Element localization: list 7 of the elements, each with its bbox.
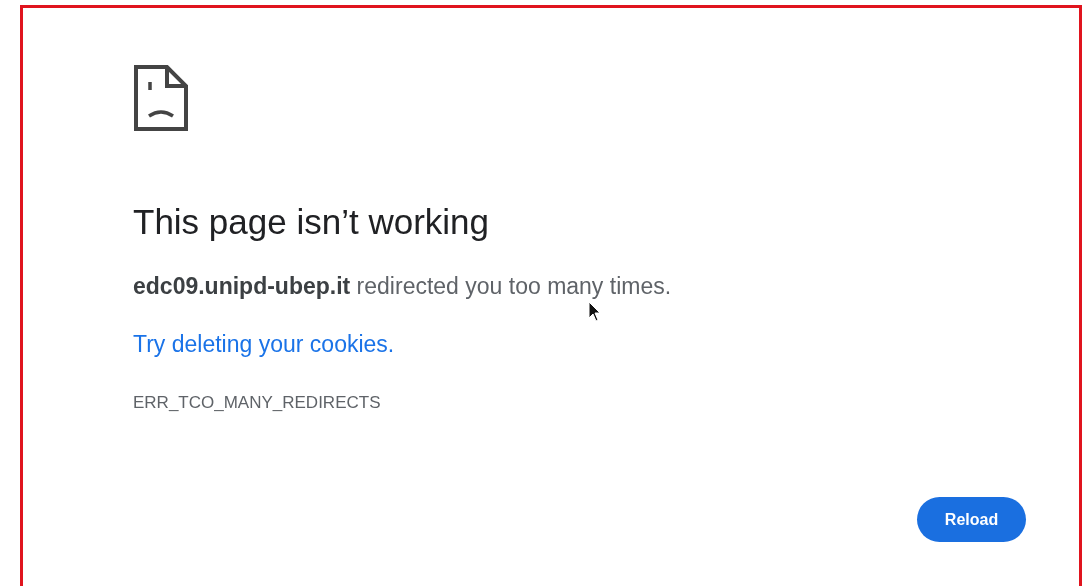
delete-cookies-link[interactable]: Try deleting your cookies. [133,332,395,356]
error-code: ERR_TCO_MANY_REDIRECTS [133,393,381,411]
error-message: edc09.unipd-ubep.it redirected you too many times. [133,274,672,298]
mouse-cursor-icon [588,301,602,323]
reload-button[interactable]: Reload [917,497,1026,542]
sad-document-icon [133,64,189,132]
page-heading: This page isn’t working [133,201,490,243]
